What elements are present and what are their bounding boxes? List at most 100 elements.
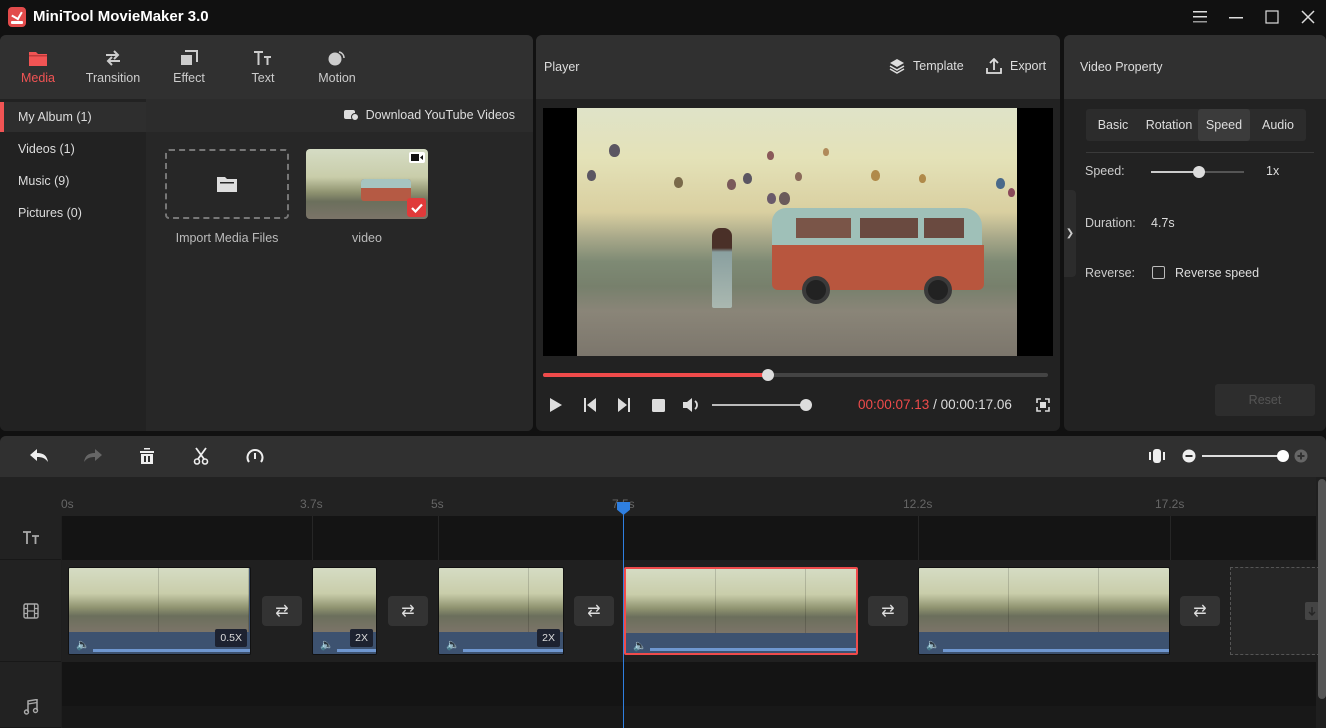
speed-button[interactable] <box>244 446 266 466</box>
close-icon <box>1301 10 1315 24</box>
tab-transition[interactable]: Transition <box>77 35 149 99</box>
tab-speed[interactable]: Speed <box>1198 109 1250 141</box>
export-button[interactable]: Export <box>986 58 1046 74</box>
minimize-icon <box>1229 17 1243 19</box>
volume-handle[interactable] <box>800 399 812 411</box>
fullscreen-button[interactable] <box>1033 397 1053 413</box>
clip-thumbnails <box>69 568 250 632</box>
tab-basic[interactable]: Basic <box>1086 109 1140 141</box>
clip-drop-zone[interactable] <box>1230 567 1320 655</box>
property-title: Video Property <box>1080 60 1163 74</box>
collapse-panel-button[interactable]: ❯ <box>1064 190 1076 277</box>
text-size-icon <box>254 51 271 65</box>
delete-button[interactable] <box>136 446 158 466</box>
minimize-button[interactable] <box>1222 4 1250 30</box>
album-item-my-album[interactable]: My Album (1) <box>0 102 146 132</box>
playback-progress-slider[interactable] <box>543 369 1048 381</box>
stop-icon <box>651 398 665 412</box>
redo-button[interactable] <box>82 446 104 466</box>
tab-audio[interactable]: Audio <box>1252 109 1304 141</box>
album-item-videos[interactable]: Videos (1) <box>0 134 146 164</box>
music-track[interactable] <box>62 662 1316 706</box>
speaker-icon[interactable]: 🔈 <box>76 638 90 651</box>
menu-icon <box>1193 11 1207 23</box>
progress-handle[interactable] <box>761 369 774 381</box>
zoom-in-button[interactable] <box>1290 446 1312 466</box>
speed-label: Speed: <box>1085 164 1125 178</box>
media-item-name: video <box>352 231 382 245</box>
volume-slider[interactable] <box>712 399 812 411</box>
import-media-label: Import Media Files <box>175 231 279 245</box>
clip-thumbnails <box>313 568 376 632</box>
album-item-music[interactable]: Music (9) <box>0 166 146 196</box>
speaker-icon[interactable]: 🔈 <box>926 638 940 651</box>
speed-slider[interactable] <box>1151 166 1244 178</box>
fit-timeline-button[interactable] <box>1146 446 1168 466</box>
media-area: Download YouTube Videos Import Media Fil… <box>146 99 533 431</box>
menu-button[interactable] <box>1186 4 1214 30</box>
tab-label: Transition <box>85 71 141 85</box>
zoom-handle[interactable] <box>1277 450 1289 462</box>
swap-arrows-icon: ⇄ <box>1193 603 1207 620</box>
transition-slot[interactable]: ⇄ <box>1180 596 1220 626</box>
reset-button[interactable]: Reset <box>1215 384 1315 416</box>
timeline-scrollbar[interactable] <box>1318 479 1326 699</box>
video-clip[interactable]: 🔈 2X <box>438 567 564 655</box>
previous-frame-button[interactable] <box>580 397 600 413</box>
close-button[interactable] <box>1294 4 1322 30</box>
tab-rotation[interactable]: Rotation <box>1142 109 1196 141</box>
speed-handle[interactable] <box>1193 166 1206 178</box>
zoom-out-button[interactable] <box>1178 446 1200 466</box>
reverse-speed-checkbox[interactable] <box>1152 266 1165 279</box>
template-button[interactable]: Template <box>889 58 964 74</box>
text-track[interactable] <box>62 516 1316 560</box>
transition-slot[interactable]: ⇄ <box>868 596 908 626</box>
timeline-zoom-slider[interactable] <box>1202 450 1289 462</box>
video-track-header <box>0 560 61 662</box>
media-item-video[interactable] <box>306 149 428 219</box>
skip-forward-icon <box>618 398 630 412</box>
undo-button[interactable] <box>28 446 50 466</box>
video-preview[interactable] <box>543 108 1053 356</box>
play-button[interactable] <box>546 397 566 413</box>
tab-media[interactable]: Media <box>2 35 74 99</box>
transition-slot[interactable]: ⇄ <box>388 596 428 626</box>
video-clip[interactable]: 🔈 <box>918 567 1170 655</box>
time-ruler[interactable]: 0s 3.7s 5s 7.5s 12.2s 17.2s <box>0 477 1316 516</box>
speaker-icon[interactable]: 🔈 <box>446 638 460 651</box>
speaker-icon[interactable]: 🔈 <box>633 639 647 652</box>
grid-line <box>312 516 313 560</box>
export-icon <box>986 58 1002 74</box>
split-button[interactable] <box>190 446 212 466</box>
import-media-button[interactable] <box>165 149 289 219</box>
transition-slot[interactable]: ⇄ <box>574 596 614 626</box>
tab-text[interactable]: Text <box>227 35 299 99</box>
speaker-icon[interactable]: 🔈 <box>320 638 334 651</box>
tab-label: Effect <box>173 71 205 85</box>
video-clip[interactable]: 🔈 2X <box>312 567 377 655</box>
video-clip[interactable]: 🔈 0.5X <box>68 567 251 655</box>
clip-thumbnails <box>919 568 1169 632</box>
album-item-pictures[interactable]: Pictures (0) <box>0 198 146 228</box>
tab-motion[interactable]: Motion <box>301 35 373 99</box>
video-frame-image <box>577 108 1017 356</box>
transition-slot[interactable]: ⇄ <box>262 596 302 626</box>
video-clip-selected[interactable]: 🔈 <box>624 567 858 655</box>
maximize-button[interactable] <box>1258 4 1286 30</box>
grid-line <box>1170 516 1171 560</box>
duration-value: 4.7s <box>1151 216 1175 230</box>
video-property-panel: Video Property Basic Rotation Speed Audi… <box>1064 35 1326 431</box>
next-frame-button[interactable] <box>614 397 634 413</box>
balloon <box>743 173 752 184</box>
fullscreen-icon <box>1036 398 1050 412</box>
volume-button[interactable] <box>682 397 702 413</box>
player-panel: Player Template Export 00:00:07.13 / 00:… <box>536 35 1060 431</box>
speed-badge: 2X <box>350 629 373 647</box>
chevron-right-icon: ❯ <box>1065 228 1075 239</box>
tab-effect[interactable]: Effect <box>153 35 225 99</box>
stop-button[interactable] <box>648 397 668 413</box>
current-time: 00:00:07.13 <box>858 397 930 412</box>
video-track[interactable]: 🔈 0.5X ⇄ 🔈 2X ⇄ 🔈 2X ⇄ 🔈 ⇄ 🔈 ⇄ <box>62 560 1320 662</box>
clip-thumbnails <box>626 569 856 633</box>
download-youtube-button[interactable]: Download YouTube Videos <box>343 108 515 122</box>
